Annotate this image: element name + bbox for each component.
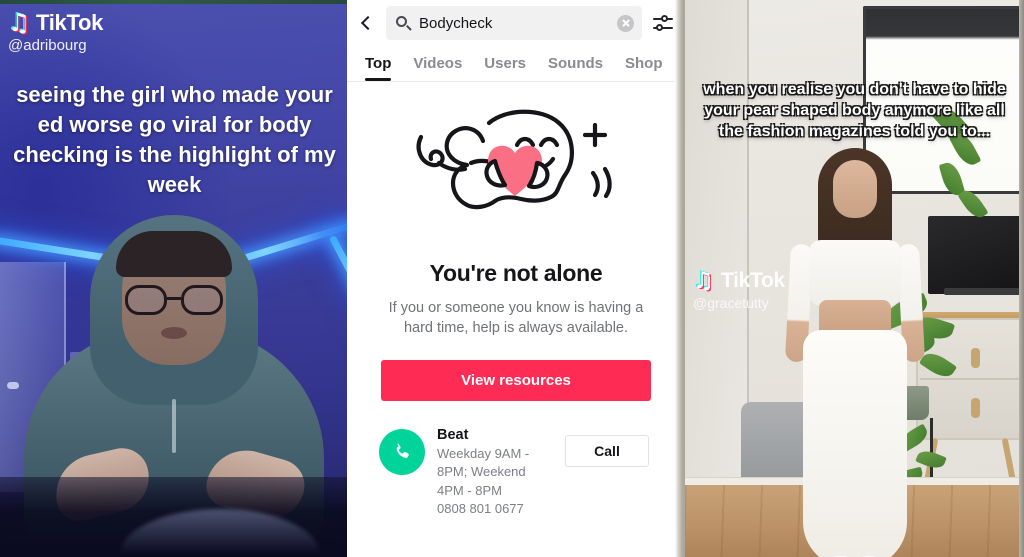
eyeglasses <box>124 285 223 315</box>
tv-stand <box>944 288 1022 295</box>
wall-corner-left <box>685 0 749 500</box>
search-icon <box>396 15 412 31</box>
person-hair <box>115 231 232 277</box>
person-mouth <box>160 327 187 339</box>
left-video-panel[interactable]: ♫ ♫ ♫ TikTok @adribourg seeing the girl … <box>0 0 347 557</box>
safety-card-title: You're not alone <box>429 260 603 286</box>
right-video-panel[interactable]: ♫ ♫ ♫ TikTok @gracetutty when you realis… <box>685 0 1024 557</box>
tab-sounds[interactable]: Sounds <box>537 55 614 81</box>
cabinet-drawer-line <box>920 378 1024 380</box>
tab-videos[interactable]: Videos <box>402 55 473 81</box>
search-input[interactable]: Bodycheck <box>386 6 642 40</box>
back-button[interactable] <box>353 8 379 38</box>
person-face <box>832 160 877 218</box>
helpline-number: 0808 801 0677 <box>437 501 524 517</box>
right-video-person <box>780 148 930 557</box>
cabinet-handle <box>971 348 980 368</box>
lens-right <box>180 285 223 315</box>
tab-top[interactable]: Top <box>359 55 402 81</box>
panel-divider-rail <box>675 0 685 557</box>
tab-users[interactable]: Users <box>473 55 537 81</box>
tiktok-note-icon: ♫ ♫ ♫ <box>6 7 32 38</box>
filter-sliders-icon[interactable] <box>649 8 677 38</box>
tiktok-handle-right: @gracetutty <box>693 295 769 311</box>
hoodie-drawstring <box>171 399 176 453</box>
back-chevron-icon <box>360 15 376 31</box>
safety-card-subtitle: If you or someone you know is having a h… <box>388 300 644 336</box>
search-query-value: Bodycheck <box>419 14 493 32</box>
tiktok-brand-label: TikTok <box>721 269 785 292</box>
tiktok-search-panel: Bodycheck Top Videos Users Sounds Shop L… <box>347 0 685 557</box>
watermark-brand-row: ♫ ♫ ♫ TikTok <box>6 7 104 38</box>
lens-left <box>124 285 167 315</box>
tiktok-handle-left: @adribourg <box>8 37 87 54</box>
helpline-hours: Weekday 9AM - 8PM; Weekend 4PM - 8PM <box>437 446 530 498</box>
white-skirt <box>802 330 907 557</box>
crop-top <box>808 240 901 306</box>
ghost-hugging-heart-illustration <box>369 98 663 248</box>
tab-shop[interactable]: Shop <box>614 55 674 81</box>
view-resources-button[interactable]: View resources <box>381 360 651 401</box>
tiktok-brand-label: TikTok <box>36 10 104 35</box>
safety-resource-card: You're not alone If you or someone you k… <box>347 82 685 519</box>
tiktok-note-icon: ♫ ♫ ♫ <box>691 267 716 295</box>
search-header: Bodycheck <box>347 0 685 48</box>
cabinet-handle <box>971 398 980 418</box>
television <box>928 216 1024 294</box>
search-result-tabs: Top Videos Users Sounds Shop LIVE Hash <box>347 48 685 82</box>
call-button[interactable]: Call <box>565 435 649 467</box>
helpline-name: Beat <box>437 427 469 443</box>
watermark-brand-row: ♫ ♫ ♫ TikTok <box>691 267 786 295</box>
left-top-edge-strip <box>0 0 347 4</box>
helpline-info: Beat Weekday 9AM - 8PM; Weekend 4PM - 8P… <box>437 427 553 519</box>
clear-search-icon[interactable] <box>617 14 634 32</box>
glasses-bridge <box>166 297 181 300</box>
phone-handset-icon <box>379 429 425 475</box>
left-video-caption: seeing the girl who made your ed worse g… <box>13 82 336 197</box>
right-video-caption: when you realise you don't have to hide … <box>703 81 1006 140</box>
tiktok-watermark-left: ♫ ♫ ♫ TikTok @adribourg <box>6 7 104 55</box>
helpline-contact-row: Beat Weekday 9AM - 8PM; Weekend 4PM - 8P… <box>369 401 663 519</box>
right-edge-rail <box>1019 0 1024 557</box>
screenshot-stage: ♫ ♫ ♫ TikTok @adribourg seeing the girl … <box>0 0 1024 557</box>
tiktok-watermark-right: ♫ ♫ ♫ TikTok @gracetutty <box>691 267 786 311</box>
